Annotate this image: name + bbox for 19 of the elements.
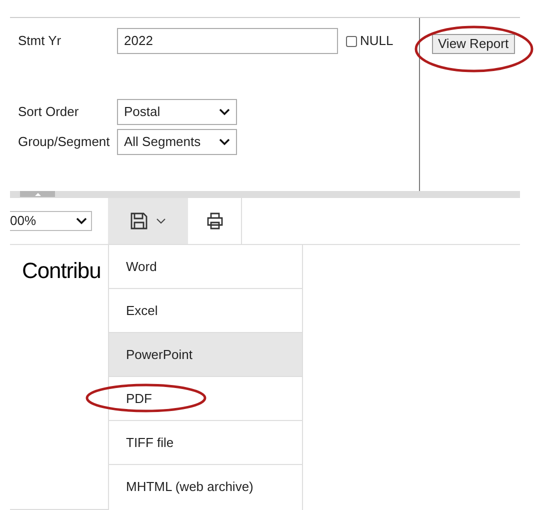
menu-item[interactable]: PowerPoint bbox=[109, 333, 302, 377]
chevron-down-icon bbox=[219, 138, 230, 146]
zoom-select[interactable]: 00% bbox=[10, 211, 92, 231]
chevron-down-icon bbox=[76, 217, 87, 225]
printer-icon bbox=[206, 212, 224, 230]
chevron-down-icon bbox=[156, 218, 166, 224]
checkbox-label: NULL bbox=[360, 32, 394, 50]
sort-order-select[interactable]: Postal bbox=[117, 99, 237, 125]
year-input[interactable]: 2022 bbox=[117, 28, 338, 54]
save-button[interactable] bbox=[108, 198, 188, 244]
field-label: Stmt Yr bbox=[18, 32, 62, 50]
field-label: Sort Order bbox=[18, 103, 80, 122]
report-title: Contribu bbox=[22, 257, 101, 285]
view-report-button[interactable]: View Report bbox=[432, 34, 515, 54]
collapse-handle[interactable] bbox=[20, 191, 55, 197]
null-checkbox[interactable] bbox=[346, 36, 357, 46]
field-label: Group/Segment bbox=[18, 133, 111, 152]
group-segment-select[interactable]: All Segments bbox=[117, 129, 237, 155]
chevron-down-icon bbox=[219, 108, 230, 116]
